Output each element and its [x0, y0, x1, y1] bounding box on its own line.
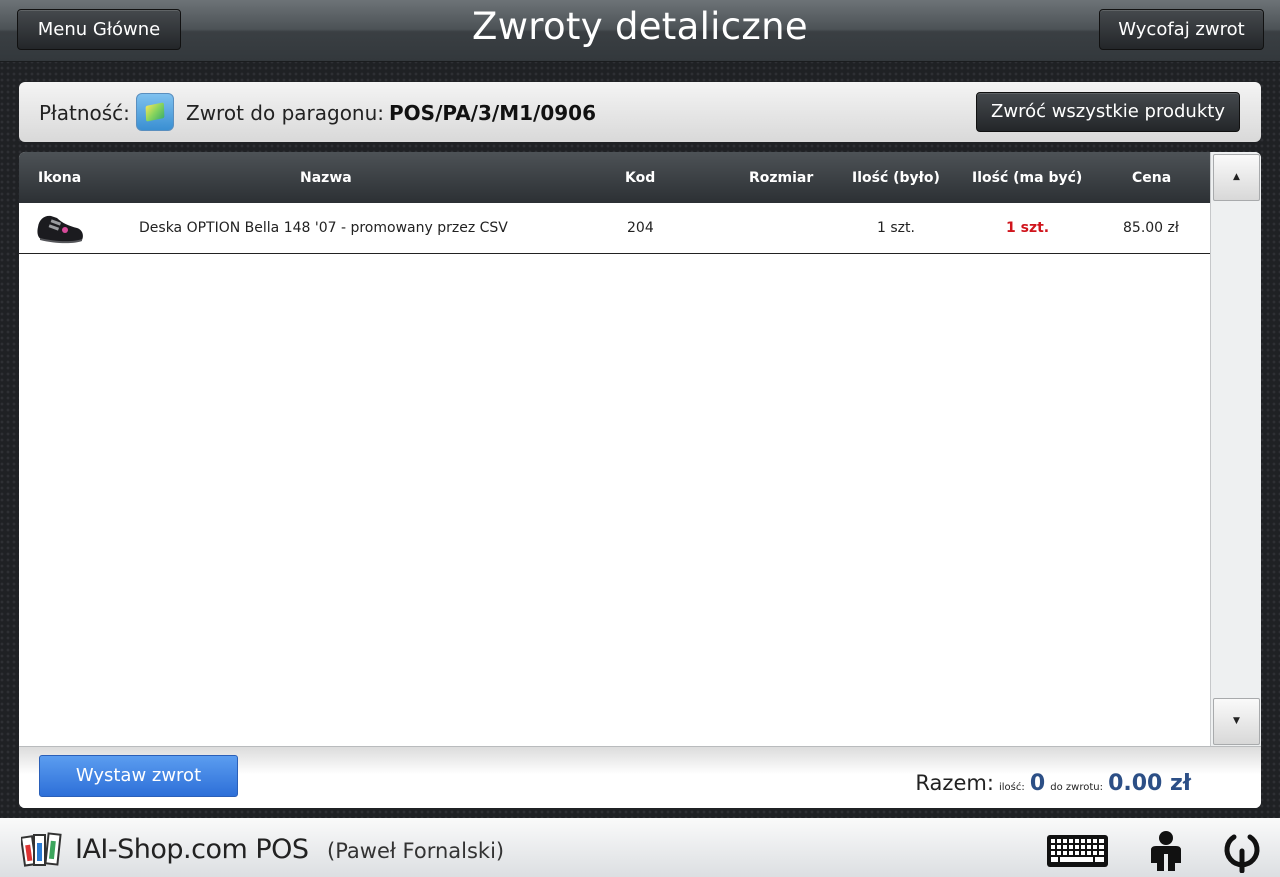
qty-value: 0: [1029, 771, 1046, 796]
shoe-icon: [37, 215, 83, 244]
qty-label: ilość:: [999, 782, 1025, 793]
app-logo-icon: [21, 832, 62, 867]
receipt-number: POS/PA/3/M1/0906: [389, 101, 596, 125]
logout-power-icon[interactable]: [1222, 829, 1262, 873]
product-code: 204: [627, 220, 654, 236]
column-header-qty-was: Ilość (było): [852, 170, 940, 186]
column-header-qty-should: Ilość (ma być): [972, 170, 1083, 186]
to-return-value: 0.00 zł: [1108, 771, 1191, 796]
column-header-code: Kod: [625, 170, 656, 186]
return-to-receipt-label: Zwrot do paragonu:: [186, 101, 385, 125]
qty-was: 1 szt.: [877, 220, 915, 236]
column-header-name: Nazwa: [300, 170, 352, 186]
return-all-products-button[interactable]: Zwróć wszystkie produkty: [976, 92, 1240, 132]
cash-cube-icon[interactable]: [136, 93, 174, 131]
table-row[interactable]: Deska OPTION Bella 148 '07 - promowany p…: [19, 203, 1210, 254]
to-return-label: do zwrotu:: [1050, 782, 1103, 793]
column-header-price: Cena: [1132, 170, 1172, 186]
total-label: Razem:: [915, 771, 994, 795]
logged-user-name: (Paweł Fornalski): [327, 839, 505, 863]
user-icon[interactable]: [1148, 830, 1184, 872]
issue-return-button[interactable]: Wystaw zwrot: [39, 755, 238, 797]
withdraw-return-button[interactable]: Wycofaj zwrot: [1099, 9, 1264, 50]
totals-summary: Razem: ilość: 0 do zwrotu: 0.00 zł: [915, 771, 1191, 796]
payment-label: Płatność:: [39, 101, 130, 125]
scroll-down-button[interactable]: ▼: [1213, 698, 1260, 745]
keyboard-icon[interactable]: [1046, 834, 1109, 868]
scrollbar[interactable]: ▲ ▼: [1210, 152, 1261, 746]
main-menu-button[interactable]: Menu Główne: [17, 9, 181, 50]
page-title: Zwroty detaliczne: [472, 5, 808, 48]
panel-footer: Wystaw zwrot Razem: ilość: 0 do zwrotu: …: [19, 746, 1261, 808]
product-name: Deska OPTION Bella 148 '07 - promowany p…: [139, 220, 508, 236]
column-header-size: Rozmiar: [749, 170, 814, 186]
app-name: IAI-Shop.com POS: [75, 834, 309, 865]
column-header-icon: Ikona: [38, 170, 82, 186]
products-panel: Ikona Nazwa Kod Rozmiar Ilość (było) Ilo…: [19, 152, 1261, 808]
qty-should[interactable]: 1 szt.: [1006, 220, 1049, 236]
status-bar: IAI-Shop.com POS (Paweł Fornalski): [0, 818, 1280, 877]
payment-bar: Płatność: Zwrot do paragonu: POS/PA/3/M1…: [19, 82, 1261, 142]
table-header: Ikona Nazwa Kod Rozmiar Ilość (było) Ilo…: [19, 152, 1210, 203]
scroll-up-button[interactable]: ▲: [1213, 154, 1260, 201]
top-bar: Zwroty detaliczne Menu Główne Wycofaj zw…: [0, 0, 1280, 62]
product-price: 85.00 zł: [1123, 220, 1179, 236]
